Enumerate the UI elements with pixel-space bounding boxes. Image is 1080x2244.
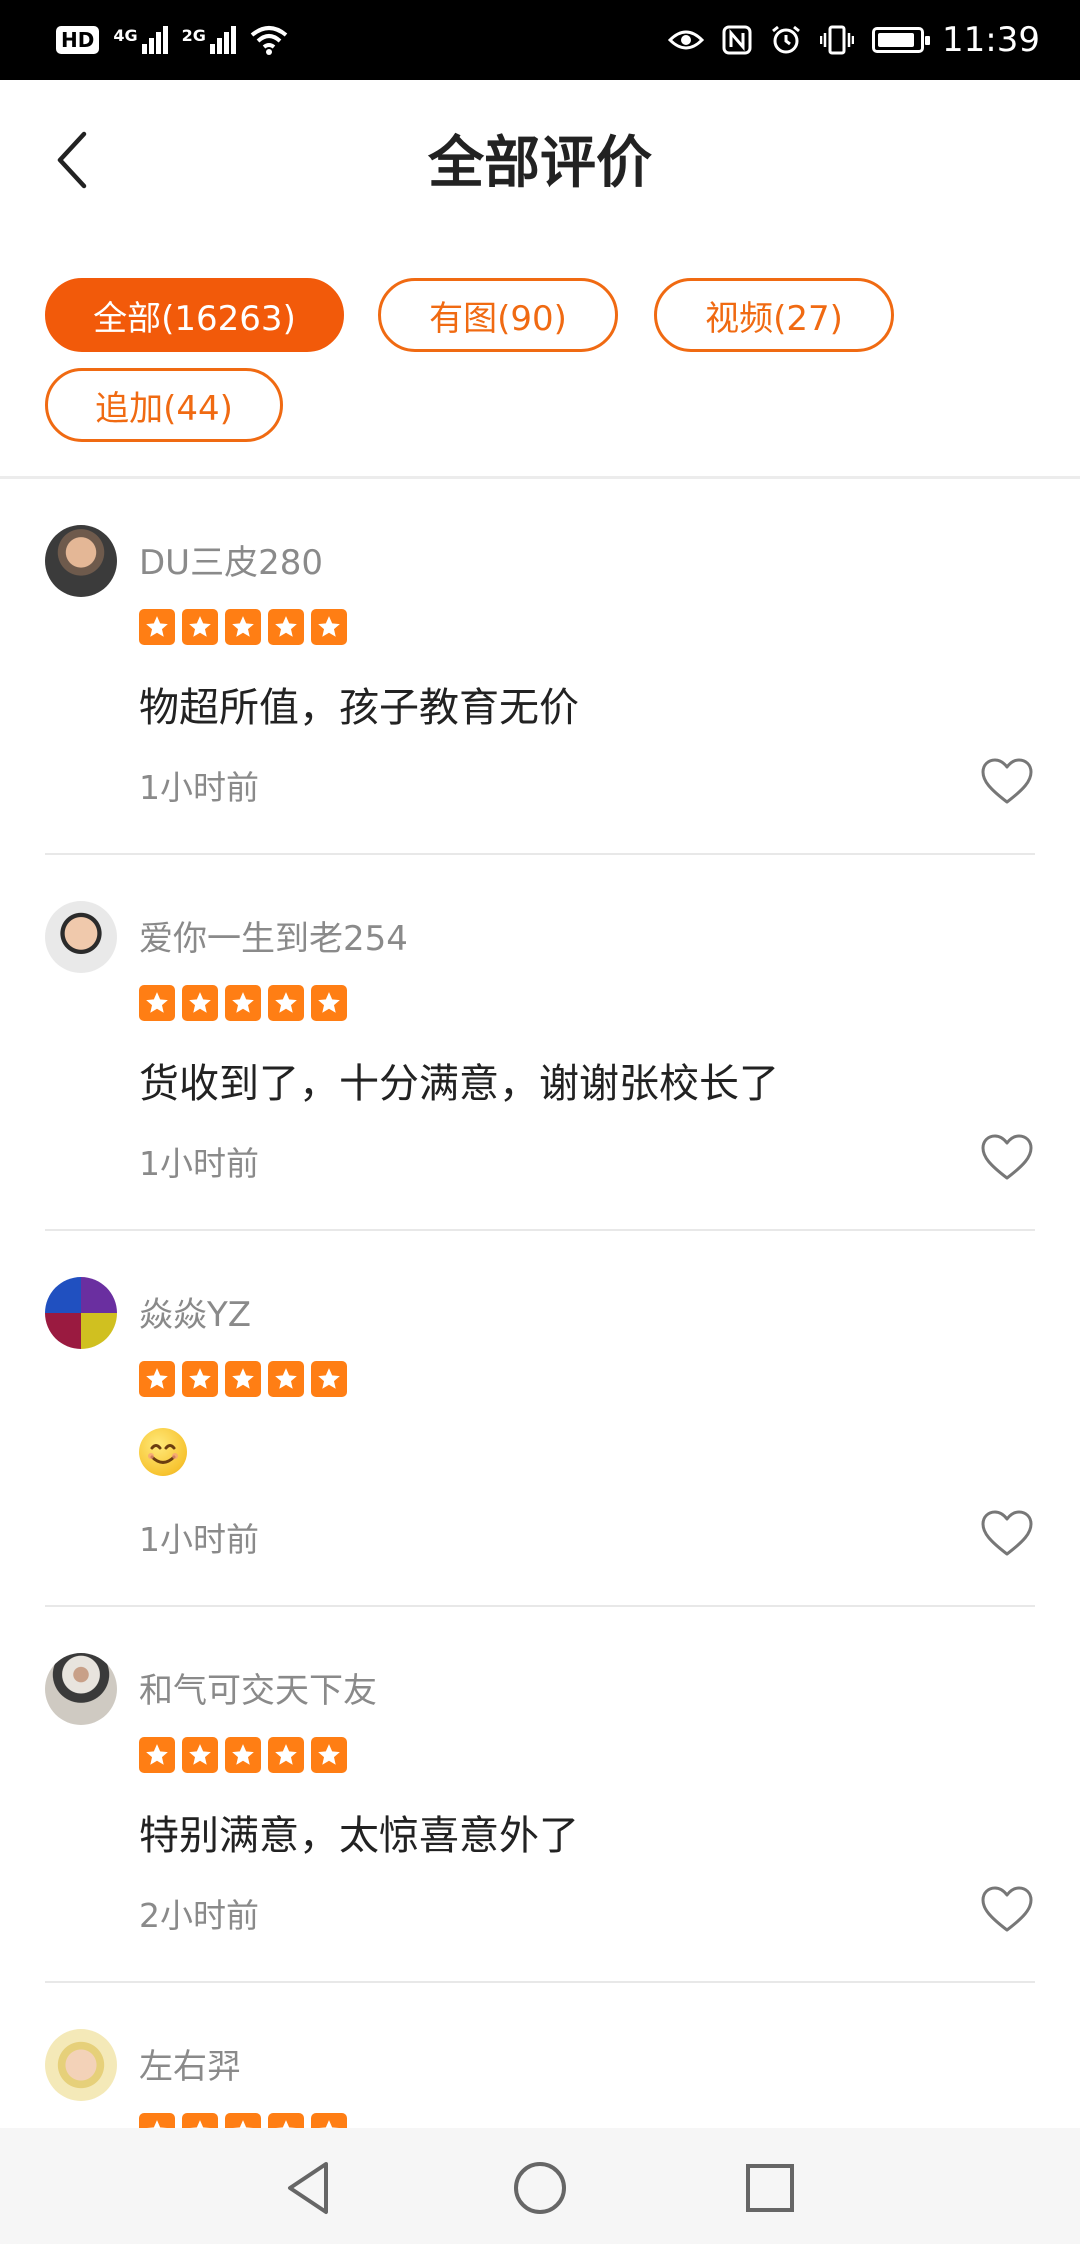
review-username: 左右羿	[139, 2047, 241, 2087]
star-icon	[225, 985, 261, 1021]
signal-2g-label: 2G	[181, 26, 206, 45]
triangle-back-icon	[288, 2162, 328, 2214]
star-rating	[139, 985, 347, 1021]
status-right: 11:39	[668, 18, 1040, 62]
avatar[interactable]	[45, 2029, 117, 2101]
filter-chip-all[interactable]: 全部(16263)	[45, 278, 344, 352]
hd-badge: HD	[56, 26, 100, 54]
star-icon	[311, 2113, 347, 2128]
filter-chip-label: 全部(16263)	[93, 298, 296, 339]
star-icon	[225, 609, 261, 645]
star-icon	[311, 609, 347, 645]
star-icon	[268, 1361, 304, 1397]
review-item: 左右羿	[0, 1983, 1080, 2128]
star-icon	[225, 2113, 261, 2128]
filter-chip-label: 有图(90)	[429, 298, 567, 339]
filter-chip-label: 追加(44)	[95, 388, 233, 429]
star-rating	[139, 1737, 347, 1773]
star-rating	[139, 2113, 347, 2128]
heart-icon	[981, 1510, 1033, 1556]
star-icon	[182, 609, 218, 645]
status-bar: HD 4G 2G 11:39	[0, 0, 1080, 80]
battery-icon	[872, 27, 931, 53]
star-rating	[139, 1361, 347, 1397]
filter-chip-followup[interactable]: 追加(44)	[45, 368, 283, 442]
review-username: 爱你一生到老254	[139, 919, 408, 959]
star-icon	[182, 1737, 218, 1773]
vibrate-icon	[820, 25, 855, 55]
review-item: 焱焱YZ 1小时前	[0, 1231, 1080, 1607]
filter-chip-video[interactable]: 视频(27)	[654, 278, 894, 352]
review-text: 特别满意，太惊喜意外了	[139, 1813, 579, 1859]
system-nav-bar	[0, 2128, 1080, 2244]
filter-chip-photos[interactable]: 有图(90)	[378, 278, 618, 352]
review-item: 爱你一生到老254 货收到了，十分满意，谢谢张校长了 1小时前	[0, 855, 1080, 1231]
review-time: 1小时前	[139, 1520, 259, 1559]
review-username: 和气可交天下友	[139, 1671, 377, 1711]
star-icon	[139, 1361, 175, 1397]
review-username: DU三皮280	[139, 543, 323, 583]
star-icon	[268, 2113, 304, 2128]
review-username: 焱焱YZ	[139, 1295, 252, 1335]
alarm-icon	[772, 25, 800, 54]
review-text: 物超所值，孩子教育无价	[139, 685, 579, 731]
status-time: 11:39	[942, 20, 1040, 60]
star-icon	[139, 985, 175, 1021]
signal-4g-label: 4G	[113, 26, 138, 45]
avatar[interactable]	[45, 1277, 117, 1349]
filter-chip-label: 视频(27)	[705, 298, 843, 339]
signal-4g-icon: 4G	[113, 26, 168, 54]
heart-icon	[981, 758, 1033, 804]
star-icon	[225, 1361, 261, 1397]
like-button[interactable]	[980, 1885, 1034, 1935]
square-recents-icon	[746, 2164, 794, 2212]
review-time: 2小时前	[139, 1896, 259, 1935]
like-button[interactable]	[980, 1509, 1034, 1559]
status-left: HD 4G 2G	[56, 18, 288, 62]
star-icon	[311, 1361, 347, 1397]
review-text: 货收到了，十分满意，谢谢张校长了	[139, 1061, 779, 1107]
wifi-icon	[250, 26, 288, 55]
star-icon	[268, 985, 304, 1021]
star-icon	[268, 1737, 304, 1773]
star-icon	[182, 1361, 218, 1397]
heart-icon	[981, 1134, 1033, 1180]
review-item: DU三皮280 物超所值，孩子教育无价 1小时前	[0, 479, 1080, 855]
avatar[interactable]	[45, 525, 117, 597]
star-icon	[182, 2113, 218, 2128]
nav-back-button[interactable]	[278, 2156, 342, 2220]
avatar[interactable]	[45, 1653, 117, 1725]
avatar[interactable]	[45, 901, 117, 973]
page-title: 全部评价	[428, 131, 652, 196]
star-icon	[268, 609, 304, 645]
star-rating	[139, 609, 347, 645]
signal-2g-icon: 2G	[182, 26, 236, 54]
circle-home-icon	[514, 2162, 566, 2214]
star-icon	[311, 1737, 347, 1773]
like-button[interactable]	[980, 757, 1034, 807]
nav-recents-button[interactable]	[738, 2156, 802, 2220]
page-header: 全部评价	[0, 80, 1080, 235]
review-time: 1小时前	[139, 1144, 259, 1183]
star-icon	[139, 2113, 175, 2128]
star-icon	[311, 985, 347, 1021]
nav-home-button[interactable]	[508, 2156, 572, 2220]
like-button[interactable]	[980, 1133, 1034, 1183]
star-icon	[182, 985, 218, 1021]
review-time: 1小时前	[139, 768, 259, 807]
eye-icon	[668, 30, 705, 50]
smiling-face-emoji	[139, 1428, 187, 1476]
review-text	[139, 1427, 187, 1476]
review-item: 和气可交天下友 特别满意，太惊喜意外了 2小时前	[0, 1607, 1080, 1983]
star-icon	[139, 1737, 175, 1773]
star-icon	[139, 609, 175, 645]
heart-icon	[981, 1886, 1033, 1932]
star-icon	[225, 1737, 261, 1773]
nfc-icon	[722, 25, 752, 55]
